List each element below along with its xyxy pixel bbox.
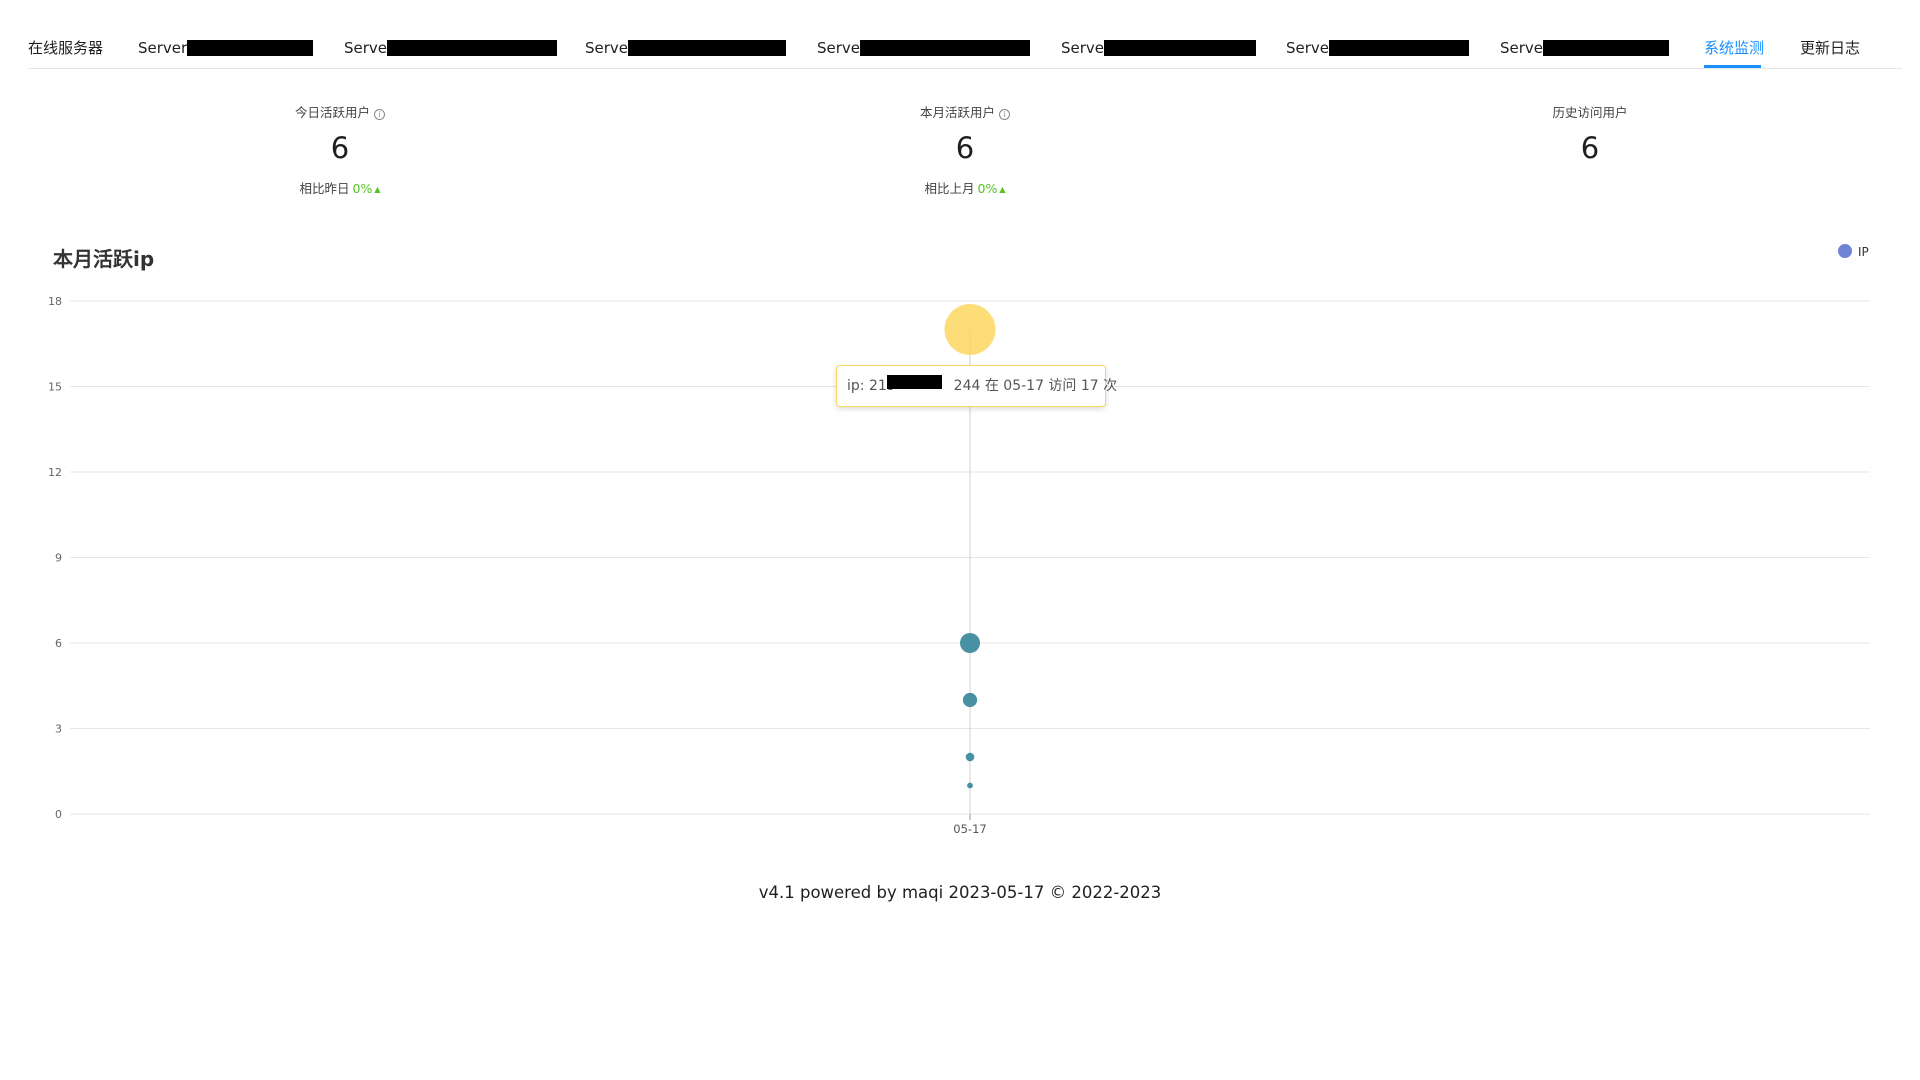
y-tick-label: 3 [55, 723, 62, 736]
y-tick-label: 15 [48, 381, 62, 394]
footer: v4.1 powered by maqi 2023-05-17 © 2022-2… [758, 883, 1162, 902]
data-point [962, 692, 978, 708]
highlighted-data-point [944, 304, 996, 355]
x-tick-label: 05-17 [953, 822, 986, 836]
scatter-chart: 0 3 6 9 12 15 18 05-17 [48, 295, 1870, 836]
data-point [960, 633, 980, 653]
y-tick-label: 0 [55, 808, 62, 821]
chart-tooltip: ip: 219 244 在 05-17 访问 17 次 [836, 365, 1117, 407]
y-tick-label: 9 [55, 552, 62, 565]
y-tick-label: 12 [48, 466, 62, 479]
data-point [965, 752, 975, 762]
y-tick-label: 6 [55, 637, 62, 650]
redaction-block [887, 375, 942, 389]
data-point [967, 782, 973, 789]
tooltip-text: 244 在 05-17 访问 17 次 [953, 378, 1118, 394]
y-tick-label: 18 [48, 295, 62, 308]
